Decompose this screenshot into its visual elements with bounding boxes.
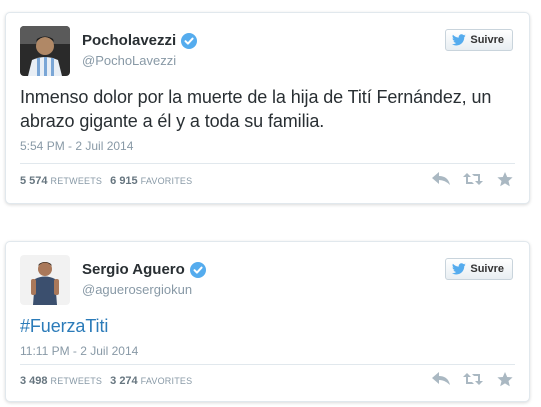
follow-label: Suivre: [470, 34, 504, 46]
display-name[interactable]: Pocholavezzi: [82, 32, 176, 49]
retweets-count[interactable]: 5 574: [20, 175, 48, 187]
tweet-stats: 5 574 RETWEETS 6 915 FAVORITES: [20, 175, 200, 187]
user-handle[interactable]: @aguerosergiokun: [82, 282, 192, 297]
retweets-count[interactable]: 3 498: [20, 375, 48, 387]
verified-badge-icon: [189, 261, 206, 278]
twitter-bird-icon: [452, 34, 467, 46]
tweet-timestamp[interactable]: 5:54 PM - 2 Juil 2014: [20, 139, 133, 153]
avatar[interactable]: [20, 255, 70, 305]
reply-icon[interactable]: [431, 171, 451, 187]
tweet-card-1: Pocholavezzi @PochoLavezzi Suivre Inmens…: [5, 12, 530, 204]
follow-button[interactable]: Suivre: [445, 258, 513, 280]
tweet-timestamp[interactable]: 11:11 PM - 2 Juil 2014: [20, 344, 138, 358]
display-name[interactable]: Sergio Aguero: [82, 261, 185, 278]
divider: [20, 364, 515, 365]
retweet-icon[interactable]: [463, 371, 483, 387]
follow-button[interactable]: Suivre: [445, 29, 513, 51]
user-handle[interactable]: @PochoLavezzi: [82, 53, 176, 68]
retweet-icon[interactable]: [463, 171, 483, 187]
favorites-count[interactable]: 6 915: [110, 175, 138, 187]
tweet-actions: [431, 171, 515, 187]
avatar[interactable]: [20, 26, 70, 76]
tweet-stats: 3 498 RETWEETS 3 274 FAVORITES: [20, 375, 200, 387]
favorites-label: FAVORITES: [140, 176, 193, 186]
favorite-star-icon[interactable]: [495, 371, 515, 387]
twitter-bird-icon: [452, 263, 467, 275]
tweet-text: Inmenso dolor por la muerte de la hija d…: [20, 87, 492, 131]
divider: [20, 163, 515, 164]
reply-icon[interactable]: [431, 371, 451, 387]
verified-badge-icon: [181, 32, 198, 49]
tweet-actions: [431, 371, 515, 387]
retweets-label: RETWEETS: [50, 176, 103, 186]
favorites-label: FAVORITES: [140, 376, 193, 386]
favorite-star-icon[interactable]: [495, 171, 515, 187]
favorites-count[interactable]: 3 274: [110, 375, 138, 387]
hashtag-link[interactable]: #FuerzaTiti: [20, 314, 520, 338]
follow-label: Suivre: [470, 263, 504, 275]
retweets-label: RETWEETS: [50, 376, 103, 386]
tweet-card-2: Sergio Aguero @aguerosergiokun Suivre #F…: [5, 241, 530, 402]
